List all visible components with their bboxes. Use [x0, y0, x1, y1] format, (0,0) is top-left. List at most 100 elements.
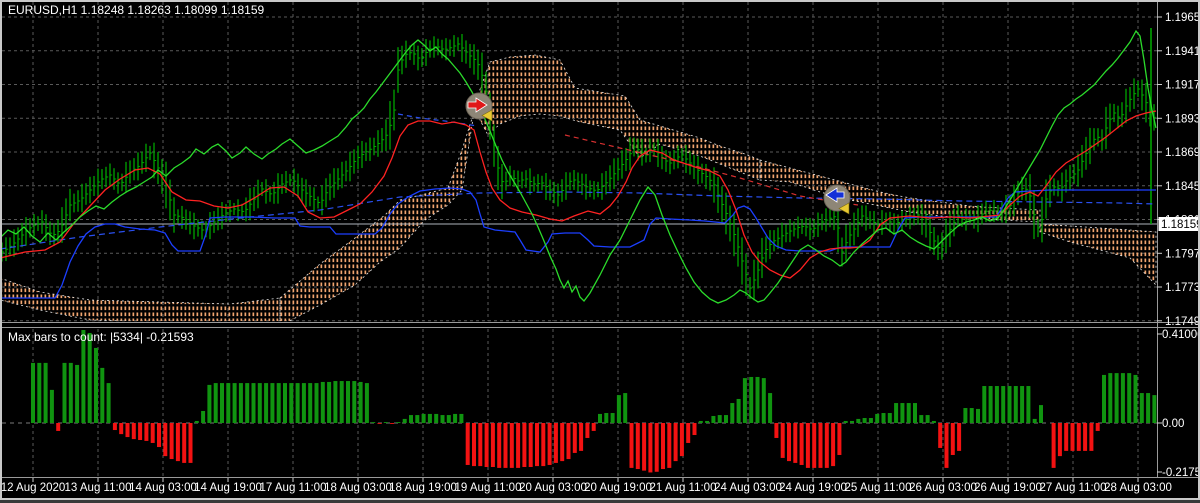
- histogram-bar: [843, 420, 848, 423]
- histogram-bar: [572, 423, 577, 453]
- histogram-bar: [875, 413, 880, 423]
- histogram-bar: [887, 413, 892, 423]
- time-axis-label[interactable]: 28 Aug 03:00: [1104, 482, 1172, 494]
- histogram-bar: [75, 364, 80, 423]
- histogram-bar: [346, 381, 350, 423]
- histogram-bar: [352, 381, 357, 423]
- histogram-bar: [327, 381, 332, 423]
- histogram-bar: [87, 332, 92, 423]
- time-axis-label[interactable]: 20 Aug 03:00: [519, 482, 587, 494]
- histogram-bar: [881, 413, 886, 423]
- histogram-bar: [68, 362, 73, 423]
- time-axis-label[interactable]: 18 Aug 03:00: [324, 482, 392, 494]
- indicator-axis-label: -0.21757: [1162, 467, 1198, 479]
- histogram-bar: [62, 362, 67, 423]
- histogram-bar: [1020, 386, 1025, 423]
- indicator-axis-label: 0.41006: [1162, 329, 1198, 341]
- histogram-bar: [799, 423, 804, 465]
- chart-window: 1.19655 1.19415 1.19175 1.18935 1.18695 1.184…: [0, 0, 1200, 500]
- histogram-bar: [484, 423, 489, 467]
- histogram-bar: [774, 423, 779, 438]
- histogram-bar: [31, 362, 35, 423]
- time-axis-label[interactable]: 21 Aug 11:00: [650, 482, 717, 494]
- histogram-bar: [868, 418, 873, 423]
- histogram-bar: [579, 423, 584, 451]
- histogram-bar: [1039, 405, 1043, 423]
- histogram-bar: [1127, 373, 1132, 423]
- histogram-bar: [1139, 393, 1144, 423]
- histogram-bar: [749, 376, 754, 423]
- histogram-bar: [850, 420, 854, 423]
- histogram-bar: [94, 347, 98, 423]
- time-axis-label[interactable]: 25 Aug 11:00: [845, 482, 912, 494]
- price-axis-label: 1.17735: [1165, 282, 1198, 294]
- histogram-bar: [150, 423, 155, 443]
- histogram-bar: [648, 423, 653, 473]
- time-axis-label[interactable]: 24 Aug 19:00: [779, 482, 847, 494]
- histogram-bar: [497, 423, 502, 468]
- histogram-bar: [301, 383, 306, 423]
- time-axis-label[interactable]: 24 Aug 03:00: [714, 482, 782, 494]
- histogram-bar: [232, 383, 237, 423]
- histogram-bar: [629, 423, 634, 468]
- histogram-bar: [982, 386, 987, 423]
- histogram-bar: [837, 423, 842, 455]
- histogram-bar: [988, 386, 993, 423]
- histogram-bar: [793, 423, 798, 463]
- histogram-bar: [1032, 418, 1037, 423]
- trading-chart-canvas[interactable]: 1.19655 1.19415 1.19175 1.18935 1.18695 1.184…: [1, 2, 1200, 498]
- time-axis-label[interactable]: 14 Aug 19:00: [194, 482, 262, 494]
- histogram-bar: [289, 383, 294, 423]
- time-axis-label[interactable]: 18 Aug 19:00: [389, 482, 457, 494]
- histogram-bar: [642, 423, 647, 471]
- histogram-bar: [1007, 386, 1012, 423]
- histogram-bar: [906, 403, 911, 423]
- histogram-bar: [238, 383, 243, 423]
- histogram-bar: [125, 423, 130, 438]
- histogram-bar: [856, 418, 861, 423]
- histogram-bar: [566, 423, 571, 460]
- histogram-bar: [805, 423, 810, 468]
- histogram-bar: [415, 415, 420, 423]
- histogram-bar: [535, 423, 539, 467]
- histogram-bar: [364, 383, 369, 423]
- histogram-bar: [465, 423, 470, 465]
- histogram-bar: [522, 423, 527, 467]
- histogram-bar: [478, 423, 483, 467]
- time-axis-label[interactable]: 27 Aug 11:00: [1040, 482, 1107, 494]
- histogram-bar: [736, 398, 741, 423]
- histogram-bar: [1146, 393, 1151, 423]
- indicator-title: Max bars to count: |5334| -0.21593: [8, 330, 194, 344]
- time-axis-label[interactable]: 17 Aug 11:00: [260, 482, 327, 494]
- time-axis-label[interactable]: 26 Aug 19:00: [974, 482, 1042, 494]
- histogram-bar: [409, 415, 413, 423]
- current-price-value: 1.18159: [1161, 219, 1198, 231]
- histogram-bar: [276, 383, 281, 423]
- time-axis-label[interactable]: 14 Aug 03:00: [129, 482, 197, 494]
- time-axis-label[interactable]: 20 Aug 19:00: [584, 482, 652, 494]
- time-axis-label[interactable]: 19 Aug 11:00: [455, 482, 522, 494]
- histogram-bar: [673, 423, 678, 462]
- time-axis-label[interactable]: 26 Aug 03:00: [909, 482, 977, 494]
- histogram-bar: [623, 393, 628, 423]
- histogram-bar: [553, 423, 558, 463]
- time-axis-label[interactable]: 12 Aug 2020: [1, 482, 66, 494]
- histogram-bar: [1051, 423, 1056, 468]
- histogram-bar: [787, 423, 791, 462]
- histogram-bar: [717, 415, 722, 423]
- histogram-bar: [938, 423, 943, 448]
- histogram-bar: [1102, 374, 1106, 423]
- histogram-bar: [1070, 423, 1075, 451]
- time-axis-label[interactable]: 13 Aug 11:00: [65, 482, 132, 494]
- histogram-bar: [1133, 374, 1138, 423]
- histogram-bar: [730, 403, 735, 423]
- histogram-bar: [453, 413, 458, 423]
- histogram-bar: [371, 422, 376, 423]
- histogram-bar: [377, 423, 382, 424]
- histogram-bar: [957, 423, 962, 451]
- price-axis-label: 1.17975: [1165, 248, 1198, 260]
- price-axis-label: 1.18935: [1165, 113, 1198, 125]
- histogram-bar: [931, 420, 936, 423]
- histogram-bar: [339, 381, 344, 423]
- histogram-bar: [201, 410, 206, 423]
